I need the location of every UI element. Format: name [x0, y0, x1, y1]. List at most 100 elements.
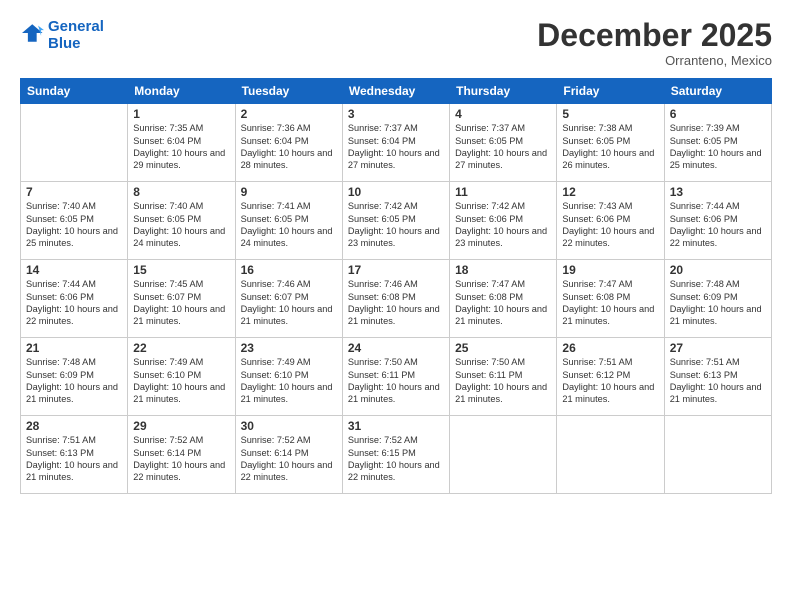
calendar-cell: 10Sunrise: 7:42 AMSunset: 6:05 PMDayligh…: [342, 182, 449, 260]
calendar-cell: 19Sunrise: 7:47 AMSunset: 6:08 PMDayligh…: [557, 260, 664, 338]
logo-line1: General: [48, 18, 104, 35]
weekday-header-wednesday: Wednesday: [342, 79, 449, 104]
calendar-page: General Blue December 2025 Orranteno, Me…: [0, 0, 792, 612]
day-number: 27: [670, 341, 766, 355]
calendar-cell: 7Sunrise: 7:40 AMSunset: 6:05 PMDaylight…: [21, 182, 128, 260]
day-number: 18: [455, 263, 551, 277]
calendar-week-row: 21Sunrise: 7:48 AMSunset: 6:09 PMDayligh…: [21, 338, 772, 416]
calendar-cell: 9Sunrise: 7:41 AMSunset: 6:05 PMDaylight…: [235, 182, 342, 260]
logo-line2: Blue: [48, 35, 104, 52]
day-number: 11: [455, 185, 551, 199]
day-info: Sunrise: 7:50 AMSunset: 6:11 PMDaylight:…: [455, 356, 551, 406]
day-info: Sunrise: 7:51 AMSunset: 6:13 PMDaylight:…: [26, 434, 122, 484]
day-number: 3: [348, 107, 444, 121]
calendar-cell: 21Sunrise: 7:48 AMSunset: 6:09 PMDayligh…: [21, 338, 128, 416]
day-info: Sunrise: 7:46 AMSunset: 6:08 PMDaylight:…: [348, 278, 444, 328]
day-number: 24: [348, 341, 444, 355]
day-number: 31: [348, 419, 444, 433]
weekday-header-row: SundayMondayTuesdayWednesdayThursdayFrid…: [21, 79, 772, 104]
day-info: Sunrise: 7:40 AMSunset: 6:05 PMDaylight:…: [133, 200, 229, 250]
calendar-cell: 18Sunrise: 7:47 AMSunset: 6:08 PMDayligh…: [450, 260, 557, 338]
weekday-header-sunday: Sunday: [21, 79, 128, 104]
calendar-cell: 28Sunrise: 7:51 AMSunset: 6:13 PMDayligh…: [21, 416, 128, 494]
title-block: December 2025 Orranteno, Mexico: [537, 18, 772, 68]
calendar-cell: 26Sunrise: 7:51 AMSunset: 6:12 PMDayligh…: [557, 338, 664, 416]
calendar-cell: 2Sunrise: 7:36 AMSunset: 6:04 PMDaylight…: [235, 104, 342, 182]
calendar-cell: 4Sunrise: 7:37 AMSunset: 6:05 PMDaylight…: [450, 104, 557, 182]
calendar-cell: 17Sunrise: 7:46 AMSunset: 6:08 PMDayligh…: [342, 260, 449, 338]
day-number: 4: [455, 107, 551, 121]
day-info: Sunrise: 7:51 AMSunset: 6:13 PMDaylight:…: [670, 356, 766, 406]
location: Orranteno, Mexico: [537, 53, 772, 68]
day-number: 12: [562, 185, 658, 199]
day-info: Sunrise: 7:44 AMSunset: 6:06 PMDaylight:…: [26, 278, 122, 328]
calendar-week-row: 28Sunrise: 7:51 AMSunset: 6:13 PMDayligh…: [21, 416, 772, 494]
weekday-header-tuesday: Tuesday: [235, 79, 342, 104]
calendar-cell: 22Sunrise: 7:49 AMSunset: 6:10 PMDayligh…: [128, 338, 235, 416]
day-info: Sunrise: 7:47 AMSunset: 6:08 PMDaylight:…: [562, 278, 658, 328]
weekday-header-saturday: Saturday: [664, 79, 771, 104]
calendar-cell: [557, 416, 664, 494]
calendar-week-row: 7Sunrise: 7:40 AMSunset: 6:05 PMDaylight…: [21, 182, 772, 260]
day-info: Sunrise: 7:51 AMSunset: 6:12 PMDaylight:…: [562, 356, 658, 406]
day-info: Sunrise: 7:42 AMSunset: 6:05 PMDaylight:…: [348, 200, 444, 250]
day-number: 13: [670, 185, 766, 199]
day-number: 6: [670, 107, 766, 121]
calendar-cell: 15Sunrise: 7:45 AMSunset: 6:07 PMDayligh…: [128, 260, 235, 338]
day-info: Sunrise: 7:41 AMSunset: 6:05 PMDaylight:…: [241, 200, 337, 250]
day-info: Sunrise: 7:45 AMSunset: 6:07 PMDaylight:…: [133, 278, 229, 328]
day-info: Sunrise: 7:48 AMSunset: 6:09 PMDaylight:…: [670, 278, 766, 328]
day-number: 2: [241, 107, 337, 121]
calendar-cell: 6Sunrise: 7:39 AMSunset: 6:05 PMDaylight…: [664, 104, 771, 182]
day-info: Sunrise: 7:49 AMSunset: 6:10 PMDaylight:…: [241, 356, 337, 406]
day-number: 10: [348, 185, 444, 199]
day-info: Sunrise: 7:39 AMSunset: 6:05 PMDaylight:…: [670, 122, 766, 172]
day-number: 16: [241, 263, 337, 277]
day-info: Sunrise: 7:42 AMSunset: 6:06 PMDaylight:…: [455, 200, 551, 250]
calendar-cell: 11Sunrise: 7:42 AMSunset: 6:06 PMDayligh…: [450, 182, 557, 260]
weekday-header-monday: Monday: [128, 79, 235, 104]
calendar-cell: [21, 104, 128, 182]
calendar-cell: 16Sunrise: 7:46 AMSunset: 6:07 PMDayligh…: [235, 260, 342, 338]
day-number: 28: [26, 419, 122, 433]
calendar-cell: 20Sunrise: 7:48 AMSunset: 6:09 PMDayligh…: [664, 260, 771, 338]
day-number: 29: [133, 419, 229, 433]
calendar-cell: 8Sunrise: 7:40 AMSunset: 6:05 PMDaylight…: [128, 182, 235, 260]
day-info: Sunrise: 7:37 AMSunset: 6:04 PMDaylight:…: [348, 122, 444, 172]
calendar-week-row: 14Sunrise: 7:44 AMSunset: 6:06 PMDayligh…: [21, 260, 772, 338]
day-number: 21: [26, 341, 122, 355]
header: General Blue December 2025 Orranteno, Me…: [20, 18, 772, 68]
calendar-cell: 13Sunrise: 7:44 AMSunset: 6:06 PMDayligh…: [664, 182, 771, 260]
calendar-cell: 25Sunrise: 7:50 AMSunset: 6:11 PMDayligh…: [450, 338, 557, 416]
day-number: 5: [562, 107, 658, 121]
day-number: 25: [455, 341, 551, 355]
day-number: 20: [670, 263, 766, 277]
calendar-table: SundayMondayTuesdayWednesdayThursdayFrid…: [20, 78, 772, 494]
day-number: 14: [26, 263, 122, 277]
logo: General Blue: [20, 18, 104, 53]
day-number: 1: [133, 107, 229, 121]
day-number: 30: [241, 419, 337, 433]
logo-icon: [22, 22, 44, 44]
day-info: Sunrise: 7:52 AMSunset: 6:15 PMDaylight:…: [348, 434, 444, 484]
calendar-week-row: 1Sunrise: 7:35 AMSunset: 6:04 PMDaylight…: [21, 104, 772, 182]
day-info: Sunrise: 7:49 AMSunset: 6:10 PMDaylight:…: [133, 356, 229, 406]
calendar-cell: 14Sunrise: 7:44 AMSunset: 6:06 PMDayligh…: [21, 260, 128, 338]
calendar-cell: 31Sunrise: 7:52 AMSunset: 6:15 PMDayligh…: [342, 416, 449, 494]
calendar-cell: 12Sunrise: 7:43 AMSunset: 6:06 PMDayligh…: [557, 182, 664, 260]
day-info: Sunrise: 7:37 AMSunset: 6:05 PMDaylight:…: [455, 122, 551, 172]
day-info: Sunrise: 7:48 AMSunset: 6:09 PMDaylight:…: [26, 356, 122, 406]
calendar-cell: 30Sunrise: 7:52 AMSunset: 6:14 PMDayligh…: [235, 416, 342, 494]
day-number: 17: [348, 263, 444, 277]
day-info: Sunrise: 7:35 AMSunset: 6:04 PMDaylight:…: [133, 122, 229, 172]
day-info: Sunrise: 7:52 AMSunset: 6:14 PMDaylight:…: [133, 434, 229, 484]
calendar-cell: [664, 416, 771, 494]
day-info: Sunrise: 7:50 AMSunset: 6:11 PMDaylight:…: [348, 356, 444, 406]
day-info: Sunrise: 7:44 AMSunset: 6:06 PMDaylight:…: [670, 200, 766, 250]
day-info: Sunrise: 7:43 AMSunset: 6:06 PMDaylight:…: [562, 200, 658, 250]
calendar-cell: 5Sunrise: 7:38 AMSunset: 6:05 PMDaylight…: [557, 104, 664, 182]
day-info: Sunrise: 7:52 AMSunset: 6:14 PMDaylight:…: [241, 434, 337, 484]
weekday-header-friday: Friday: [557, 79, 664, 104]
day-info: Sunrise: 7:47 AMSunset: 6:08 PMDaylight:…: [455, 278, 551, 328]
day-info: Sunrise: 7:36 AMSunset: 6:04 PMDaylight:…: [241, 122, 337, 172]
